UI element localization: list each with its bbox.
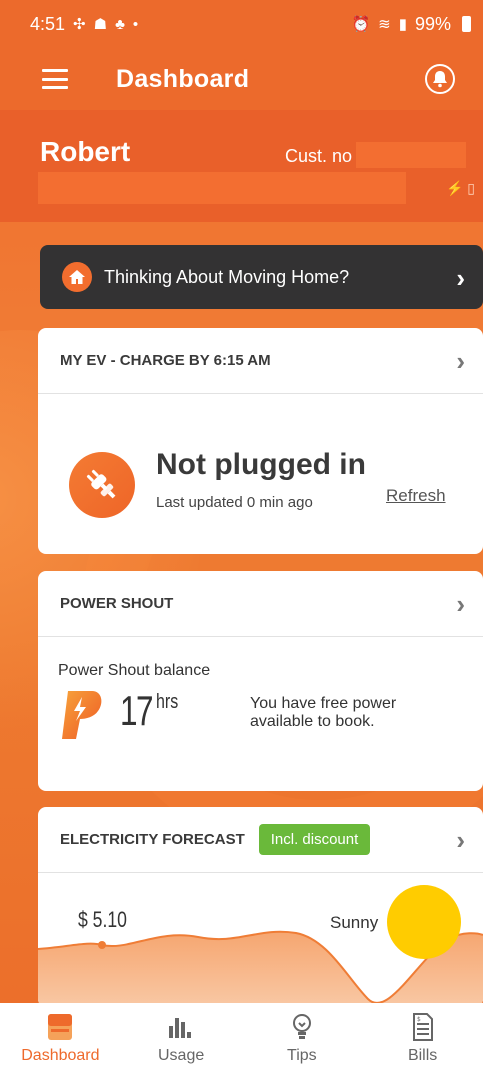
ev-card: MY EV - CHARGE BY 6:15 AM › Not plugged … xyxy=(38,328,483,554)
power-shout-message: You have free power available to book. xyxy=(250,695,397,730)
customer-number-redacted xyxy=(356,142,466,168)
slack-icon: ✣ xyxy=(73,16,86,33)
ev-card-title: MY EV - CHARGE BY 6:15 AM xyxy=(60,352,271,369)
page-title: Dashboard xyxy=(116,64,250,93)
dashboard-icon xyxy=(47,1011,73,1043)
nav-label-usage: Usage xyxy=(158,1047,205,1064)
chevron-right-icon: › xyxy=(456,263,465,293)
sun-icon xyxy=(387,885,461,959)
address-redacted xyxy=(38,172,406,204)
nav-label-tips: Tips xyxy=(287,1047,317,1064)
customer-header: Robert Cust. no ⚡ ▯ xyxy=(0,110,483,222)
status-time: 4:51 xyxy=(30,13,66,34)
bell-glyph xyxy=(433,71,447,88)
battery-percent: 99% xyxy=(414,13,451,34)
discount-badge: Incl. discount xyxy=(258,824,371,855)
nav-dashboard[interactable]: Dashboard xyxy=(0,1003,121,1066)
forecast-header[interactable]: ELECTRICITY FORECAST Incl. discount › xyxy=(38,807,483,873)
nav-label-bills: Bills xyxy=(407,1047,438,1064)
ev-card-header[interactable]: MY EV - CHARGE BY 6:15 AM › xyxy=(38,328,483,394)
chevron-right-icon: › xyxy=(456,589,465,619)
customer-name: Robert xyxy=(40,136,131,167)
dot-icon: • xyxy=(132,15,139,33)
account-status-icons: ⚡ ▯ xyxy=(445,180,475,196)
nav-tips[interactable]: Tips xyxy=(242,1003,363,1066)
customer-number-label: Cust. no xyxy=(285,146,353,166)
svg-text:$: $ xyxy=(417,1016,421,1023)
app-bar: Dashboard xyxy=(0,48,483,110)
alarm-icon: ⏰ xyxy=(351,16,371,33)
battery-icon xyxy=(462,16,471,32)
power-shout-balance-label: Power Shout balance xyxy=(58,662,211,679)
lightbulb-icon xyxy=(291,1011,313,1043)
bill-icon: $ xyxy=(412,1011,434,1043)
power-shout-header[interactable]: POWER SHOUT › xyxy=(38,571,483,637)
refresh-link[interactable]: Refresh xyxy=(386,486,446,506)
forecast-title: ELECTRICITY FORECAST xyxy=(60,831,245,848)
ev-status: Not plugged in xyxy=(156,448,366,481)
chevron-right-icon: › xyxy=(456,825,465,855)
moving-home-banner[interactable]: Thinking About Moving Home? › xyxy=(40,245,483,309)
bird-icon: ♣ xyxy=(115,15,125,33)
banner-text: Thinking About Moving Home? xyxy=(104,266,350,287)
notification-bell-icon[interactable] xyxy=(425,64,455,94)
ev-last-updated: Last updated 0 min ago xyxy=(156,494,313,511)
power-shout-title: POWER SHOUT xyxy=(60,595,174,612)
nav-usage[interactable]: Usage xyxy=(121,1003,242,1066)
forecast-current-point xyxy=(98,941,106,949)
bottom-navigation: Dashboard Usage Tips $ Bills xyxy=(0,1003,483,1066)
chevron-right-icon: › xyxy=(456,346,465,376)
electricity-forecast-card: ELECTRICITY FORECAST Incl. discount › $ … xyxy=(38,807,483,1007)
wifi-icon: ≋ xyxy=(378,16,391,33)
nav-bills[interactable]: $ Bills xyxy=(362,1003,483,1066)
forecast-weather: Sunny xyxy=(330,913,379,932)
ev-plug-icon xyxy=(69,452,135,518)
nav-label-dashboard: Dashboard xyxy=(21,1047,100,1064)
menu-icon[interactable] xyxy=(42,69,68,89)
power-shout-unit: hrs xyxy=(156,691,179,713)
forecast-price: $ 5.10 xyxy=(78,907,127,932)
power-shout-card: POWER SHOUT › Power Shout balance 17 hrs… xyxy=(38,571,483,791)
moving-home-icon xyxy=(62,262,92,292)
status-bar: 4:51 ✣ ☗ ♣ • ⏰ ≋ ▮ 99% xyxy=(0,0,483,48)
cat-icon: ☗ xyxy=(93,16,108,33)
signal-icon: ▮ xyxy=(398,16,407,33)
power-shout-hours: 17 xyxy=(120,687,154,734)
power-shout-logo-icon xyxy=(62,691,102,739)
bar-chart-icon xyxy=(167,1011,195,1043)
